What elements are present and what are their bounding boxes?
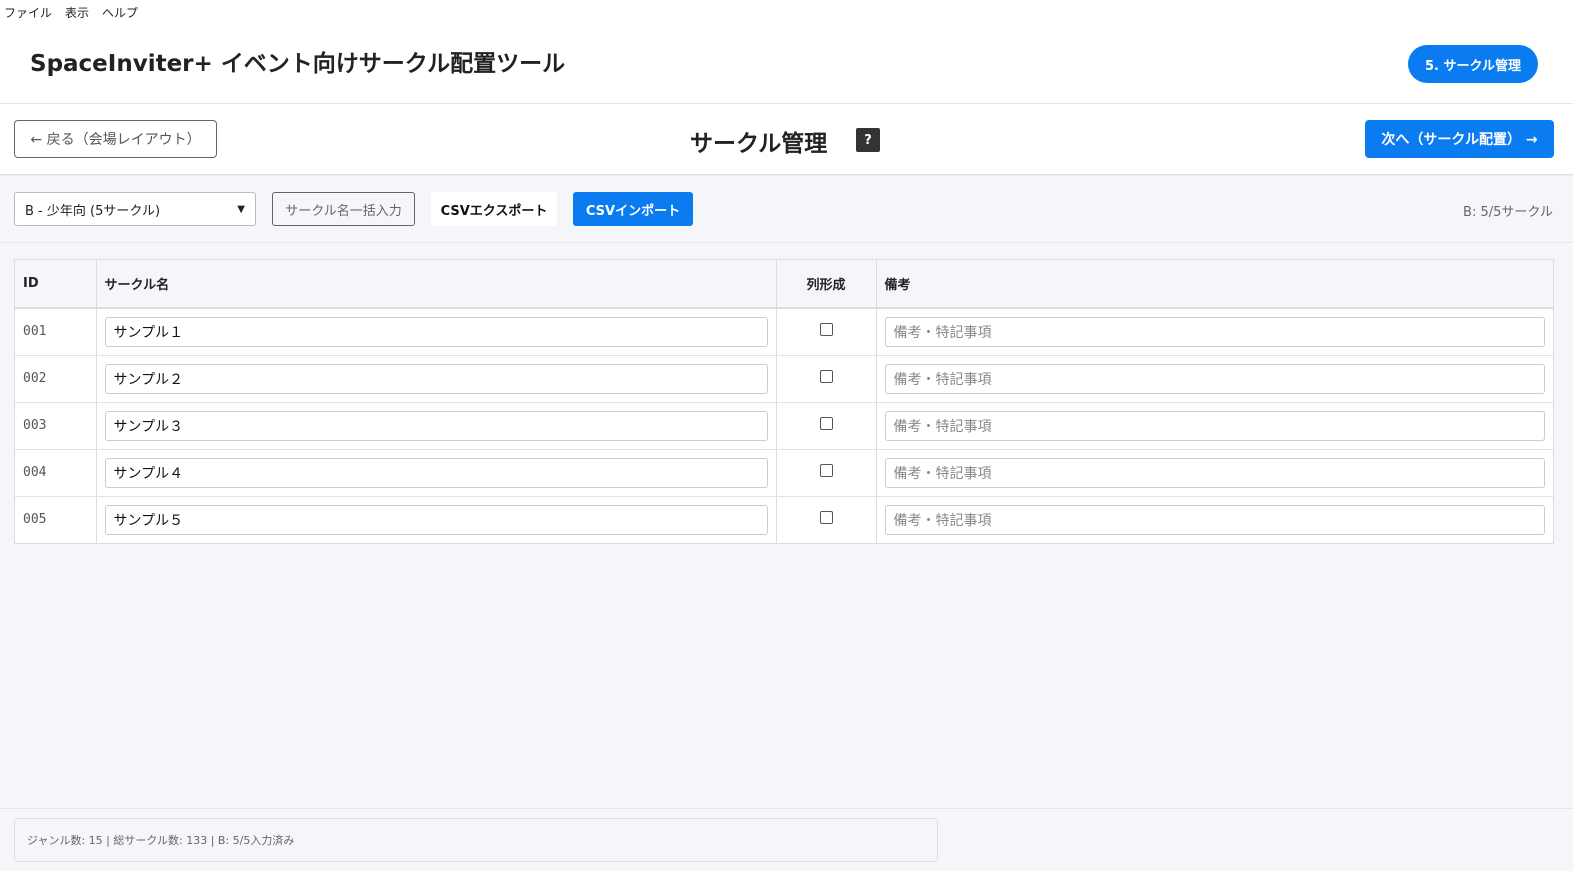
step-indicator: 5. サークル管理 [1408,45,1538,83]
circle-name-input[interactable]: サンプル１ [104,316,768,347]
footer: ジャンル数: 15 | 総サークル数: 133 | B: 5/5入力済み [0,808,1573,871]
footer-status: ジャンル数: 15 | 総サークル数: 133 | B: 5/5入力済み [14,818,938,862]
note-input[interactable]: 備考・特記事項 [884,504,1545,535]
column-header-note: 備考 [876,260,1553,309]
row-formation-checkbox[interactable] [819,464,833,477]
menu-view[interactable]: 表示 [65,4,89,21]
bulk-input-button[interactable]: サークル名一括入力 [272,192,415,226]
genre-select-value: B - 少年向 (5サークル) [25,203,161,219]
column-header-name: サークル名 [96,260,777,309]
next-button[interactable]: 次へ（サークル配置） → [1365,120,1554,158]
genre-select[interactable]: B - 少年向 (5サークル) ▼ [14,192,256,226]
back-button[interactable]: ← 戻る（会場レイアウト） [14,120,217,158]
table-row: 002 サンプル２ 備考・特記事項 [15,355,1553,403]
chevron-down-icon: ▼ [237,203,245,215]
help-icon[interactable]: ? [856,128,880,152]
column-header-row-formation: 列形成 [776,260,877,309]
note-input[interactable]: 備考・特記事項 [884,316,1545,347]
csv-import-button[interactable]: CSVインポート [573,192,693,226]
row-formation-checkbox[interactable] [819,370,833,383]
page-title: サークル管理 [690,131,828,157]
circle-count-status: B: 5/5サークル [1463,205,1553,220]
circle-name-input[interactable]: サンプル３ [104,410,768,441]
menu-bar: ファイル 表示 ヘルプ [0,0,1573,24]
row-formation-checkbox[interactable] [819,511,833,525]
app-header: SpaceInviter+ イベント向けサークル配置ツール 5. サークル管理 [0,24,1573,104]
table-header-row: ID サークル名 列形成 備考 [15,260,1553,309]
app-title: SpaceInviter+ イベント向けサークル配置ツール [30,51,566,77]
table-row: 001 サンプル１ 備考・特記事項 [15,308,1553,356]
circle-name-input[interactable]: サンプル２ [104,363,768,394]
circle-id: 003 [15,402,97,450]
note-input[interactable]: 備考・特記事項 [884,410,1545,441]
note-input[interactable]: 備考・特記事項 [884,363,1545,394]
circle-id: 004 [15,449,97,497]
circle-id: 001 [15,308,97,356]
column-header-id: ID [15,260,97,309]
table-row: 005 サンプル５ 備考・特記事項 [15,496,1553,543]
table-row: 003 サンプル３ 備考・特記事項 [15,402,1553,450]
circle-name-input[interactable]: サンプル５ [104,504,768,535]
circle-id: 002 [15,355,97,403]
toolbar: B - 少年向 (5サークル) ▼ サークル名一括入力 CSVエクスポート CS… [0,176,1573,243]
menu-help[interactable]: ヘルプ [102,4,138,21]
circle-name-input[interactable]: サンプル４ [104,457,768,488]
note-input[interactable]: 備考・特記事項 [884,457,1545,488]
circle-table: ID サークル名 列形成 備考 001 サンプル１ 備考・特記事項 002 サンプル２ 備… [14,259,1554,544]
csv-export-button[interactable]: CSVエクスポート [431,192,557,226]
row-formation-checkbox[interactable] [819,323,833,337]
table-row: 004 サンプル４ 備考・特記事項 [15,449,1553,497]
circle-id: 005 [15,496,97,543]
menu-file[interactable]: ファイル [4,4,52,21]
row-formation-checkbox[interactable] [819,417,833,430]
page-nav: ← 戻る（会場レイアウト） サークル管理 ? 次へ（サークル配置） → [0,104,1573,175]
